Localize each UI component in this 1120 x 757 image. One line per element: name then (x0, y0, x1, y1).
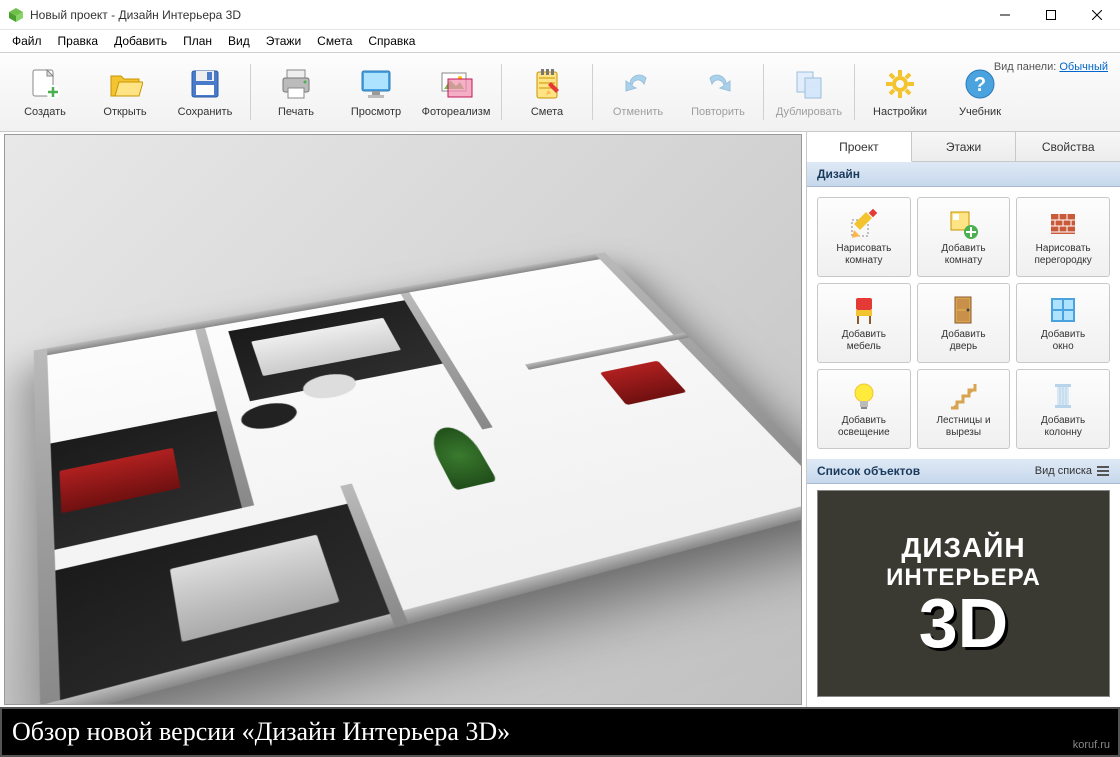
panel-mode: Вид панели: Обычный (994, 61, 1108, 73)
toolbar: Создать Открыть Сохранить Печать Просмот… (0, 52, 1120, 132)
sidebar-tabs: Проект Этажи Свойства (807, 132, 1120, 162)
object-preview: ДИЗАЙН ИНТЕРЬЕРА 3D (817, 490, 1110, 697)
add-door-button[interactable]: Добавитьдверь (917, 283, 1011, 363)
duplicate-button[interactable]: Дублировать (770, 56, 848, 128)
add-room-button[interactable]: Добавитькомнату (917, 197, 1011, 277)
menu-file[interactable]: Файл (4, 31, 50, 51)
stairs-button[interactable]: Лестницы ивырезы (917, 369, 1011, 449)
logo-text: ДИЗАЙН ИНТЕРЬЕРА 3D (886, 532, 1041, 655)
tab-floors[interactable]: Этажи (912, 132, 1017, 161)
separator (763, 64, 764, 120)
help-icon: ? (962, 66, 998, 102)
folder-open-icon (107, 66, 143, 102)
menu-edit[interactable]: Правка (50, 31, 107, 51)
photo-icon (438, 66, 474, 102)
add-furniture-button[interactable]: Добавитьмебель (817, 283, 911, 363)
floppy-disk-icon (187, 66, 223, 102)
gear-icon (882, 66, 918, 102)
add-room-icon (947, 208, 979, 240)
column-icon (1047, 380, 1079, 412)
minimize-button[interactable] (982, 0, 1028, 30)
design-tools: Нарисоватькомнату Добавитькомнату Нарисо… (807, 187, 1120, 459)
close-button[interactable] (1074, 0, 1120, 30)
window-icon (1047, 294, 1079, 326)
duplicate-icon (791, 66, 827, 102)
stairs-icon (947, 380, 979, 412)
add-window-button[interactable]: Добавитьокно (1016, 283, 1110, 363)
watermark: koruf.ru (1073, 739, 1110, 751)
titlebar: Новый проект - Дизайн Интерьера 3D (0, 0, 1120, 30)
window-title: Новый проект - Дизайн Интерьера 3D (30, 8, 982, 22)
viewport[interactable] (0, 132, 806, 707)
banner-text: Обзор новой версии «Дизайн Интерьера 3D» (12, 717, 510, 747)
3d-canvas[interactable] (4, 134, 802, 705)
undo-button[interactable]: Отменить (599, 56, 677, 128)
tab-properties[interactable]: Свойства (1016, 132, 1120, 161)
menu-view[interactable]: Вид (220, 31, 258, 51)
menubar: Файл Правка Добавить План Вид Этажи Смет… (0, 30, 1120, 52)
menu-estimate[interactable]: Смета (309, 31, 360, 51)
sidebar: Проект Этажи Свойства Дизайн Нарисоватьк… (806, 132, 1120, 707)
notepad-icon (529, 66, 565, 102)
print-button[interactable]: Печать (257, 56, 335, 128)
panel-mode-link[interactable]: Обычный (1059, 61, 1108, 73)
tab-project[interactable]: Проект (807, 132, 912, 162)
separator (592, 64, 593, 120)
door-icon (947, 294, 979, 326)
save-button[interactable]: Сохранить (166, 56, 244, 128)
lightbulb-icon (848, 380, 880, 412)
maximize-button[interactable] (1028, 0, 1074, 30)
menu-plan[interactable]: План (175, 31, 220, 51)
settings-button[interactable]: Настройки (861, 56, 939, 128)
pencil-room-icon (848, 208, 880, 240)
new-file-icon (27, 66, 63, 102)
add-column-button[interactable]: Добавитьколонну (1016, 369, 1110, 449)
separator (501, 64, 502, 120)
brick-wall-icon (1047, 208, 1079, 240)
photoreal-button[interactable]: Фотореализм (417, 56, 495, 128)
menu-help[interactable]: Справка (360, 31, 423, 51)
objects-header: Список объектов Вид списка (807, 459, 1120, 484)
separator (854, 64, 855, 120)
design-header: Дизайн (807, 162, 1120, 187)
preview-button[interactable]: Просмотр (337, 56, 415, 128)
redo-icon (700, 66, 736, 102)
undo-icon (620, 66, 656, 102)
svg-text:?: ? (974, 74, 986, 96)
printer-icon (278, 66, 314, 102)
list-mode-toggle[interactable]: Вид списка (1035, 464, 1110, 478)
add-lighting-button[interactable]: Добавитьосвещение (817, 369, 911, 449)
draw-partition-button[interactable]: Нарисоватьперегородку (1016, 197, 1110, 277)
monitor-icon (358, 66, 394, 102)
estimate-button[interactable]: Смета (508, 56, 586, 128)
chair-icon (848, 294, 880, 326)
list-icon (1096, 464, 1110, 478)
redo-button[interactable]: Повторить (679, 56, 757, 128)
create-button[interactable]: Создать (6, 56, 84, 128)
menu-add[interactable]: Добавить (106, 31, 175, 51)
footer-banner: Обзор новой версии «Дизайн Интерьера 3D»… (0, 707, 1120, 757)
main-area: Проект Этажи Свойства Дизайн Нарисоватьк… (0, 132, 1120, 707)
app-icon (8, 7, 24, 23)
separator (250, 64, 251, 120)
open-button[interactable]: Открыть (86, 56, 164, 128)
window-controls (982, 0, 1120, 30)
menu-floors[interactable]: Этажи (258, 31, 309, 51)
draw-room-button[interactable]: Нарисоватькомнату (817, 197, 911, 277)
